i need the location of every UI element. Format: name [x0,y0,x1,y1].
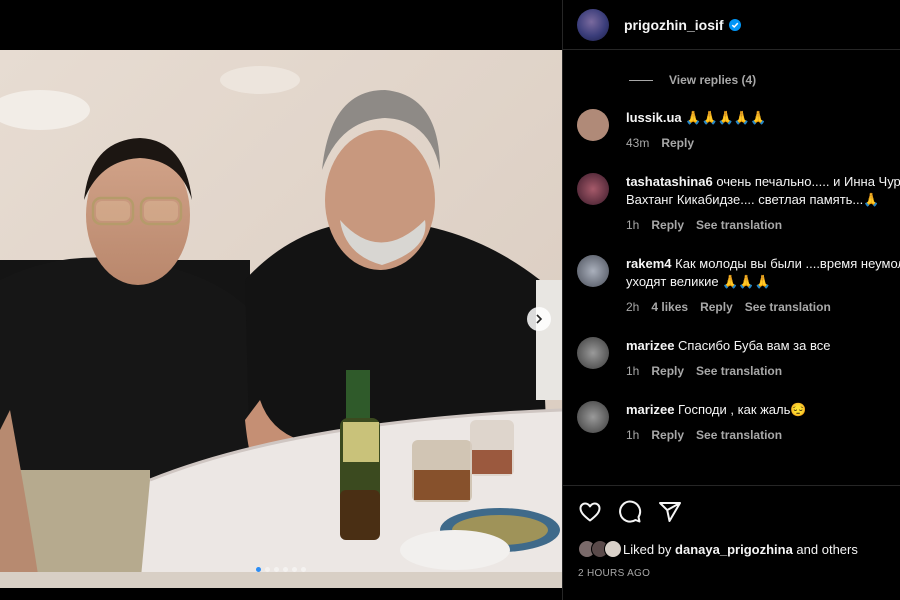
reply-button[interactable]: Reply [651,362,684,380]
post-header: prigozhin_iosif [563,0,900,50]
comment-meta: 1h Reply See translation [626,216,900,234]
comment-item: marizee Господи , как жаль😔 1h Reply See… [577,401,900,444]
comment-body: lussik.ua 🙏🙏🙏🙏🙏 43m Reply [626,109,900,152]
share-icon[interactable] [658,500,682,524]
comment-username[interactable]: tashatashina6 [626,174,713,189]
comment-meta: 2h 4 likes Reply See translation [626,298,900,316]
comment-likes-count[interactable]: 4 likes [651,298,688,316]
reply-button[interactable]: Reply [661,134,694,152]
carousel-dot [256,567,261,572]
liker-avatar [604,540,622,558]
liked-avatars[interactable] [578,540,622,558]
comment-item: marizee Спасибо Буба вам за все 1h Reply… [577,337,900,380]
carousel-indicator [0,567,562,572]
post-sidebar: prigozhin_iosif View replies (4) lussik.… [562,0,900,600]
view-replies-button[interactable]: View replies (4) [629,73,756,87]
liked-by-prefix: Liked by [623,541,672,557]
comment-meta: 1h Reply See translation [626,426,900,444]
comment-item: rakem4 Как молоды вы были ....время неум… [577,255,900,316]
comment-username[interactable]: rakem4 [626,256,672,271]
see-translation-button[interactable]: See translation [745,298,831,316]
commenter-avatar[interactable] [577,401,609,433]
action-buttons [578,500,682,524]
comment-time: 1h [626,364,640,378]
see-translation-button[interactable]: See translation [696,362,782,380]
see-translation-button[interactable]: See translation [696,426,782,444]
comment-body: rakem4 Как молоды вы были ....время неум… [626,255,900,316]
verified-badge-icon [728,18,741,31]
see-translation-button[interactable]: See translation [696,216,782,234]
post-actions: Liked by danaya_prigozhina and others 2 … [563,485,900,600]
liked-by-suffix[interactable]: and others [796,542,857,557]
comment-time: 2h [626,300,640,314]
reply-button[interactable]: Reply [651,216,684,234]
liked-by-text: Liked by danaya_prigozhina and others [623,542,858,557]
heart-icon[interactable] [578,500,602,524]
carousel-dot [274,567,279,572]
comment-username[interactable]: marizee [626,338,674,353]
comment-body: tashatashina6 очень печально..... и Инна… [626,173,900,234]
carousel-dot [265,567,270,572]
commenter-avatar[interactable] [577,337,609,369]
comment-text: Спасибо Буба вам за все [678,338,831,353]
carousel-dot [292,567,297,572]
comment-text-line2: Вахтанг Кикабидзе.... светлая память...🙏 [626,192,880,207]
reply-button[interactable]: Reply [651,426,684,444]
media-pane [0,0,562,600]
commenter-avatar[interactable] [577,109,609,141]
comment-body: marizee Господи , как жаль😔 1h Reply See… [626,401,900,444]
commenter-avatar[interactable] [577,255,609,287]
liked-by-username[interactable]: danaya_prigozhina [675,542,793,557]
comment-username[interactable]: marizee [626,402,674,417]
replies-line [629,79,653,81]
comment-username[interactable]: lussik.ua [626,110,682,125]
comment-time: 43m [626,136,650,150]
carousel-next-button[interactable] [527,307,551,331]
commenter-avatar[interactable] [577,173,609,205]
comments-list: View replies (4) lussik.ua 🙏🙏🙏🙏🙏 43m Rep… [563,51,900,484]
post-photo[interactable] [0,50,562,588]
comment-time: 1h [626,428,640,442]
view-replies-label: View replies (4) [669,73,757,87]
comment-time: 1h [626,218,640,232]
comment-text: Как молоды вы были ....время неумолимо [675,256,900,271]
comment-item: tashatashina6 очень печально..... и Инна… [577,173,900,234]
comment-text: 🙏🙏🙏🙏🙏 [685,110,767,125]
liked-by: Liked by danaya_prigozhina and others [578,540,858,558]
comment-meta: 43m Reply [626,134,900,152]
author-username[interactable]: prigozhin_iosif [624,17,724,33]
comment-item: lussik.ua 🙏🙏🙏🙏🙏 43m Reply [577,109,900,152]
comment-text: очень печально..... и Инна Чурикова и [716,174,900,189]
comment-text: Господи , как жаль😔 [678,402,807,417]
reply-button[interactable]: Reply [700,298,733,316]
media-top-bar [0,0,562,50]
carousel-dot [283,567,288,572]
author-avatar[interactable] [577,8,609,41]
comment-text-line2: уходят великие 🙏🙏🙏 [626,274,771,289]
post-timestamp[interactable]: 2 HOURS AGO [578,568,650,579]
carousel-dot [301,567,306,572]
comment-body: marizee Спасибо Буба вам за все 1h Reply… [626,337,900,380]
photo-image [0,50,562,588]
comment-meta: 1h Reply See translation [626,362,900,380]
chevron-right-icon [536,314,543,324]
comment-icon[interactable] [618,500,642,524]
